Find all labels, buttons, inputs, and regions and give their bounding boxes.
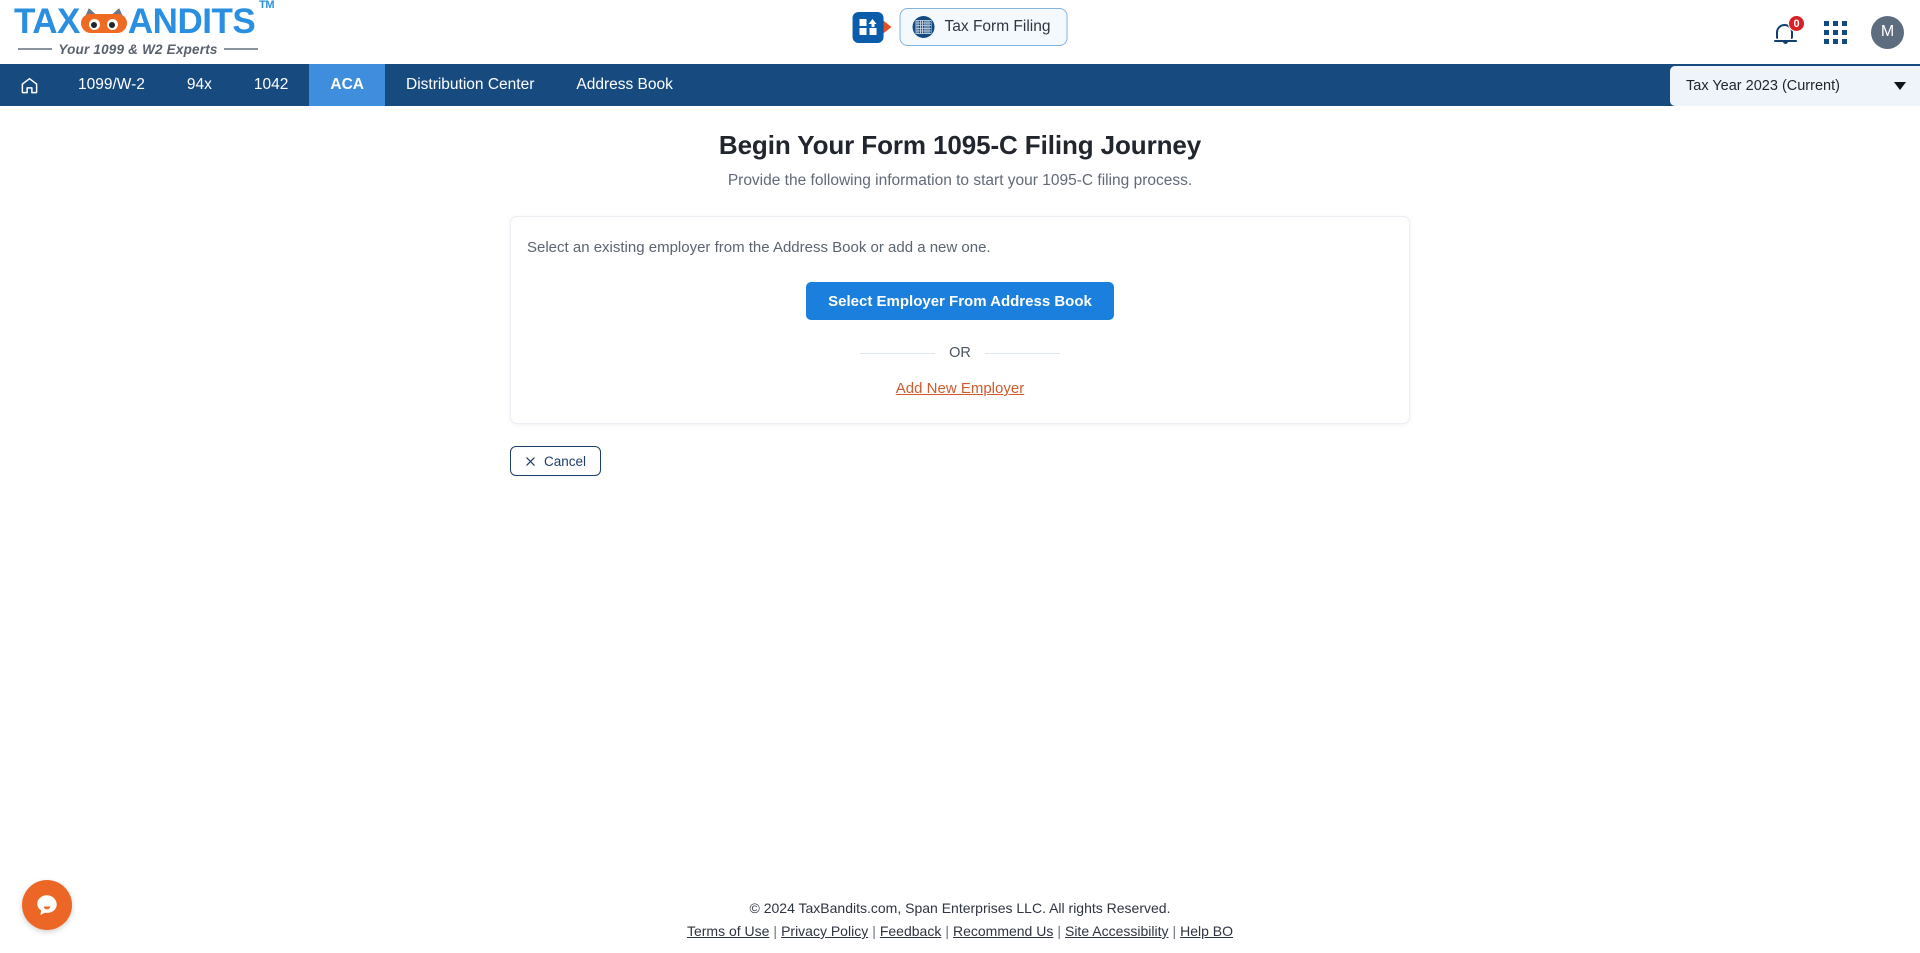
footer-copyright: © 2024 TaxBandits.com, Span Enterprises … bbox=[749, 900, 1171, 916]
tax-year-value: Tax Year 2023 (Current) bbox=[1686, 78, 1840, 94]
nav-item-1042[interactable]: 1042 bbox=[233, 64, 309, 106]
chevron-down-icon bbox=[1894, 82, 1906, 90]
header-actions: 0 M bbox=[1774, 0, 1904, 64]
nav-label-distribution-center: Distribution Center bbox=[406, 76, 535, 93]
sidebar-item-home[interactable] bbox=[0, 64, 57, 106]
or-divider-label: OR bbox=[949, 345, 971, 361]
footer-link-recommend-us[interactable]: Recommend Us bbox=[953, 923, 1053, 939]
footer-links: Terms of Use | Privacy Policy | Feedback | Rec… bbox=[0, 923, 1920, 939]
nav-item-1099-w2[interactable]: 1099/W-2 bbox=[57, 64, 166, 106]
bandit-mask-icon bbox=[80, 6, 127, 34]
footer-link-terms-of-use[interactable]: Terms of Use bbox=[687, 923, 769, 939]
tax-form-filing-label: Tax Form Filing bbox=[944, 18, 1051, 35]
chat-widget-button[interactable] bbox=[22, 880, 72, 930]
notifications-button[interactable]: 0 bbox=[1774, 15, 1805, 47]
tax-form-filing-button[interactable]: Tax Form Filing bbox=[899, 8, 1068, 46]
tagline-rule-right bbox=[223, 48, 258, 50]
nav-item-aca[interactable]: ACA bbox=[309, 64, 385, 106]
footer: © 2024 TaxBandits.com, Span Enterprises … bbox=[0, 900, 1920, 953]
logo-tagline-row: Your 1099 & W2 Experts bbox=[14, 42, 258, 57]
card-lead-text: Select an existing employer from the Add… bbox=[527, 239, 991, 256]
nav-item-address-book[interactable]: Address Book bbox=[555, 64, 694, 106]
add-new-employer-link[interactable]: Add New Employer bbox=[511, 380, 1409, 397]
switcher-arrow-icon bbox=[882, 20, 892, 34]
chat-bubble-icon bbox=[37, 895, 57, 916]
page-title: Begin Your Form 1095-C Filing Journey bbox=[718, 130, 1202, 160]
close-x-icon bbox=[526, 456, 535, 466]
grid-dots-icon[interactable] bbox=[1824, 20, 1847, 44]
tagline-rule-left bbox=[18, 48, 53, 50]
tax-year-dropdown[interactable]: Tax Year 2023 (Current) bbox=[1670, 66, 1920, 106]
nav-label-1042: 1042 bbox=[253, 76, 289, 93]
bell-clapper-icon bbox=[1782, 40, 1788, 44]
footer-sep-5: | bbox=[1172, 923, 1177, 939]
logo-text-andits: ANDITS bbox=[127, 1, 256, 41]
logo-tagline: Your 1099 & W2 Experts bbox=[58, 41, 218, 57]
nav-item-94x[interactable]: 94x bbox=[166, 64, 233, 106]
footer-link-site-accessibility[interactable]: Site Accessibility bbox=[1065, 923, 1168, 939]
nav-label-94x: 94x bbox=[186, 76, 212, 93]
nav-label-1099-w2: 1099/W-2 bbox=[78, 76, 145, 93]
select-employer-button[interactable]: Select Employer From Address Book bbox=[806, 282, 1114, 320]
footer-link-help-bo[interactable]: Help BO bbox=[1180, 923, 1233, 939]
footer-sep-1: | bbox=[773, 923, 778, 939]
nav-label-address-book: Address Book bbox=[576, 76, 673, 93]
product-switcher[interactable]: Tax Form Filing bbox=[852, 8, 1068, 46]
main-content: Begin Your Form 1095-C Filing Journey Pr… bbox=[0, 106, 1920, 891]
logo-wordmark: TAX ANDITS TM bbox=[14, 0, 274, 41]
nav-item-distribution-center[interactable]: Distribution Center bbox=[385, 64, 555, 106]
page-subtitle: Provide the following information to sta… bbox=[727, 172, 1193, 189]
or-divider-line-left bbox=[860, 352, 936, 354]
cancel-button-label: Cancel bbox=[544, 453, 587, 469]
apps-switch-icon[interactable] bbox=[852, 11, 884, 43]
notification-count-badge: 0 bbox=[1788, 15, 1805, 32]
footer-link-feedback[interactable]: Feedback bbox=[880, 923, 941, 939]
footer-sep-4: | bbox=[1057, 923, 1061, 939]
logo-text-tax: TAX bbox=[14, 1, 80, 41]
or-divider-line-right bbox=[984, 352, 1060, 354]
footer-link-privacy-policy[interactable]: Privacy Policy bbox=[781, 923, 868, 939]
cancel-button[interactable]: Cancel bbox=[510, 446, 602, 476]
or-divider: OR bbox=[860, 345, 1060, 361]
taxbandits-logo[interactable]: TAX ANDITS TM Your 1099 & W2 Experts bbox=[14, 0, 274, 58]
footer-sep-3: | bbox=[945, 923, 949, 939]
footer-sep-2: | bbox=[872, 923, 876, 939]
employer-selection-card: Select an existing employer from the Add… bbox=[510, 216, 1410, 424]
main-navigation: 1099/W-2 94x 1042 ACA Distribution Cente… bbox=[0, 64, 1920, 106]
irs-seal-icon bbox=[912, 16, 935, 38]
logo-trademark: TM bbox=[259, 0, 274, 11]
top-header: TAX ANDITS TM Your 1099 & W2 Experts Tax… bbox=[0, 0, 1920, 64]
avatar[interactable]: M bbox=[1871, 15, 1904, 49]
home-icon bbox=[21, 77, 38, 93]
nav-label-aca: ACA bbox=[330, 76, 364, 93]
